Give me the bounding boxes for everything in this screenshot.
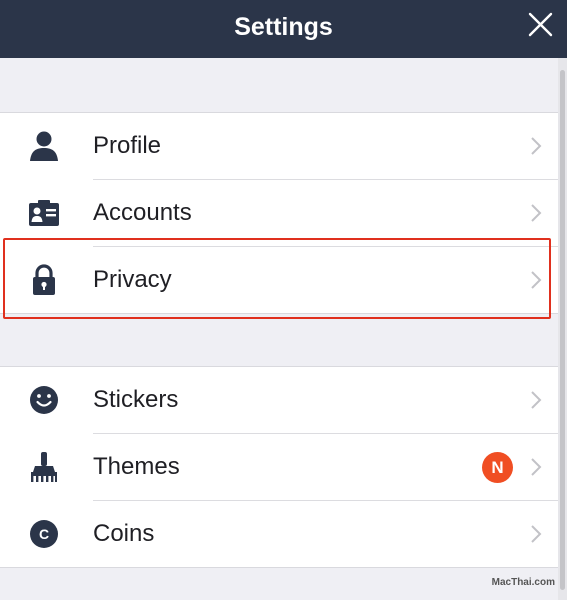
header-bar: Settings bbox=[0, 0, 567, 58]
settings-row-accounts[interactable]: Accounts bbox=[0, 180, 558, 246]
chevron-right-icon bbox=[531, 137, 542, 155]
coin-letter: C bbox=[39, 526, 49, 542]
scrollbar[interactable] bbox=[558, 58, 567, 600]
smiley-icon bbox=[30, 386, 58, 414]
row-label-stickers: Stickers bbox=[93, 386, 179, 413]
page-title: Settings bbox=[234, 13, 333, 41]
chevron-right-icon bbox=[531, 525, 542, 543]
chevron-right-icon bbox=[531, 204, 542, 222]
row-label-accounts: Accounts bbox=[93, 199, 192, 226]
scrollbar-thumb[interactable] bbox=[560, 70, 565, 590]
chevron-right-icon bbox=[531, 458, 542, 476]
row-label-themes: Themes bbox=[93, 453, 180, 480]
row-label-profile: Profile bbox=[93, 132, 162, 159]
settings-row-themes[interactable]: Themes N bbox=[0, 434, 558, 500]
person-icon bbox=[30, 131, 58, 161]
row-label-coins: Coins bbox=[93, 520, 155, 547]
privacy-highlight-box bbox=[3, 238, 551, 319]
settings-row-profile[interactable]: Profile bbox=[0, 113, 558, 179]
settings-row-stickers[interactable]: Stickers bbox=[0, 367, 558, 433]
coin-icon: C bbox=[30, 520, 58, 548]
settings-row-coins[interactable]: C Coins bbox=[0, 501, 558, 567]
new-badge: N bbox=[482, 452, 513, 483]
watermark: MacThai.com bbox=[491, 577, 555, 588]
close-icon[interactable] bbox=[520, 6, 560, 46]
chevron-right-icon bbox=[531, 391, 542, 409]
brush-icon bbox=[31, 452, 57, 482]
settings-section-content: Stickers Themes N C Coins bbox=[0, 366, 558, 568]
id-card-icon bbox=[29, 200, 59, 226]
